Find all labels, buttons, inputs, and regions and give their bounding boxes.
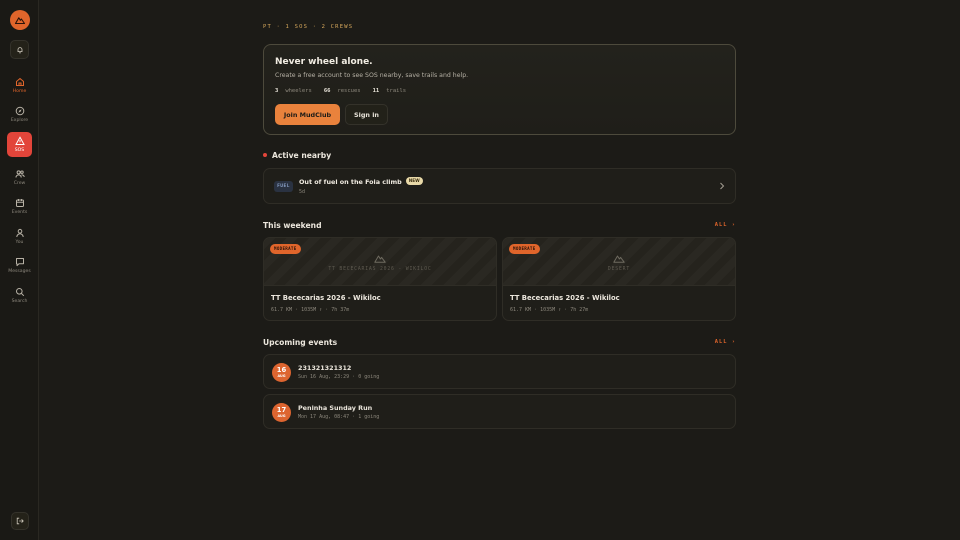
active-nearby-title: Active nearby — [272, 151, 332, 160]
event-meta: Sun 16 Aug, 23:29 · 0 going — [298, 374, 380, 380]
event-date-badge: 16 AUG — [272, 363, 291, 382]
sign-in-button[interactable]: Sign in — [345, 104, 388, 125]
hero-subtitle: Create a free account to see SOS nearby,… — [275, 72, 469, 79]
user-icon — [15, 228, 24, 237]
location-breadcrumb: PT · 1 SOS · 2 CREWS — [263, 24, 354, 30]
sidebar-item-explore[interactable]: Explore — [6, 101, 33, 127]
sidebar: Home Explore SOS Crew Events You Message… — [0, 0, 39, 540]
upcoming-all-link[interactable]: ALL › — [715, 339, 736, 345]
sidebar-item-label: Messages — [8, 268, 31, 274]
calendar-icon — [15, 198, 24, 207]
sidebar-item-crew[interactable]: Crew — [6, 164, 33, 190]
event-title: Peninha Sunday Run — [298, 404, 373, 412]
route-title: TT Bececarias 2026 - Wikiloc — [271, 294, 381, 302]
sidebar-item-search[interactable]: Search — [6, 282, 33, 308]
stat-rescues-count: 66 — [323, 88, 331, 94]
route-card[interactable]: TT BECECARIAS 2026 - WIKILOC MODERATE TT… — [263, 237, 497, 321]
upcoming-events-title: Upcoming events — [263, 338, 338, 347]
sidebar-item-label: Home — [12, 88, 27, 94]
live-dot-icon — [263, 153, 267, 157]
sidebar-item-you[interactable]: You — [6, 223, 33, 249]
event-card[interactable]: 16 AUG 231321321312 Sun 16 Aug, 23:29 · … — [263, 354, 736, 389]
event-month: AUG — [277, 414, 286, 418]
route-image-caption: TT BECECARIAS 2026 - WIKILOC — [328, 267, 432, 272]
chevron-right-icon — [720, 182, 725, 190]
route-image-placeholder: DESERT MODERATE — [503, 238, 735, 286]
home-icon — [15, 77, 24, 86]
difficulty-badge: MODERATE — [509, 244, 540, 254]
alert-title-row: Out of fuel on the Foia climb NEW — [299, 177, 423, 186]
signup-hero-card: Never wheel alone. Create a free account… — [263, 44, 736, 135]
mudclub-logo[interactable] — [10, 10, 30, 30]
alert-title: Out of fuel on the Foia climb — [299, 178, 402, 186]
event-day: 17 — [276, 406, 287, 414]
stat-wheelers-count: 3 — [275, 88, 279, 94]
sidebar-item-label: Explore — [10, 117, 29, 123]
search-icon — [15, 287, 24, 296]
route-image-placeholder: TT BECECARIAS 2026 - WIKILOC MODERATE — [264, 238, 496, 286]
event-card[interactable]: 17 AUG Peninha Sunday Run Mon 17 Aug, 08… — [263, 394, 736, 429]
sidebar-item-label: SOS — [14, 148, 25, 153]
sos-alert-card[interactable]: FUEL Out of fuel on the Foia climb NEW 5d — [263, 168, 736, 204]
route-image-caption: DESERT — [607, 267, 631, 272]
mountain-icon — [613, 255, 625, 263]
bell-icon — [17, 46, 22, 53]
this-weekend-title: This weekend — [263, 221, 322, 230]
compass-icon — [15, 106, 24, 115]
warning-icon — [14, 136, 25, 145]
route-card[interactable]: DESERT MODERATE TT Bececarias 2026 - Wik… — [502, 237, 736, 321]
sidebar-item-label: Search — [11, 298, 28, 304]
event-meta: Mon 17 Aug, 08:47 · 1 going — [298, 414, 380, 420]
alert-type-badge: FUEL — [274, 181, 293, 192]
stat-trails-label: trails — [386, 88, 407, 94]
event-date-badge: 17 AUG — [272, 403, 291, 422]
route-title: TT Bececarias 2026 - Wikiloc — [510, 294, 620, 302]
sidebar-item-messages[interactable]: Messages — [6, 252, 33, 278]
stat-trails-count: 11 — [372, 88, 380, 94]
mountain-icon — [15, 17, 25, 24]
new-badge: NEW — [405, 177, 423, 185]
sidebar-item-home[interactable]: Home — [6, 72, 33, 98]
stat-wheelers-label: wheelers — [285, 88, 312, 94]
logout-button[interactable] — [11, 512, 29, 530]
mountain-icon — [374, 255, 386, 263]
active-nearby-heading: Active nearby — [263, 151, 331, 160]
join-button[interactable]: Join MudClub — [275, 104, 340, 125]
chat-icon — [15, 257, 24, 266]
difficulty-badge: MODERATE — [270, 244, 301, 254]
route-meta: 61.7 KM · 1035M ↑ · 7h 27m — [510, 307, 589, 313]
sidebar-item-label: Crew — [13, 180, 26, 186]
hero-title: Never wheel alone. — [275, 57, 373, 67]
sidebar-item-sos[interactable]: SOS — [7, 132, 32, 157]
route-meta: 61.7 KM · 1035M ↑ · 7h 37m — [271, 307, 350, 313]
notifications-button[interactable] — [10, 40, 29, 59]
sidebar-item-label: Events — [11, 209, 28, 215]
event-title: 231321321312 — [298, 364, 352, 372]
weekend-all-link[interactable]: ALL › — [715, 222, 736, 228]
people-icon — [15, 169, 25, 178]
event-month: AUG — [277, 374, 286, 378]
logout-icon — [16, 517, 24, 525]
stat-rescues-label: rescues — [337, 88, 361, 94]
sidebar-item-events[interactable]: Events — [6, 193, 33, 219]
sidebar-item-label: You — [15, 239, 24, 245]
event-day: 16 — [276, 366, 287, 374]
community-stats: 3 wheelers 66 rescues 11 trails — [275, 88, 418, 94]
alert-time: 5d — [299, 189, 306, 195]
